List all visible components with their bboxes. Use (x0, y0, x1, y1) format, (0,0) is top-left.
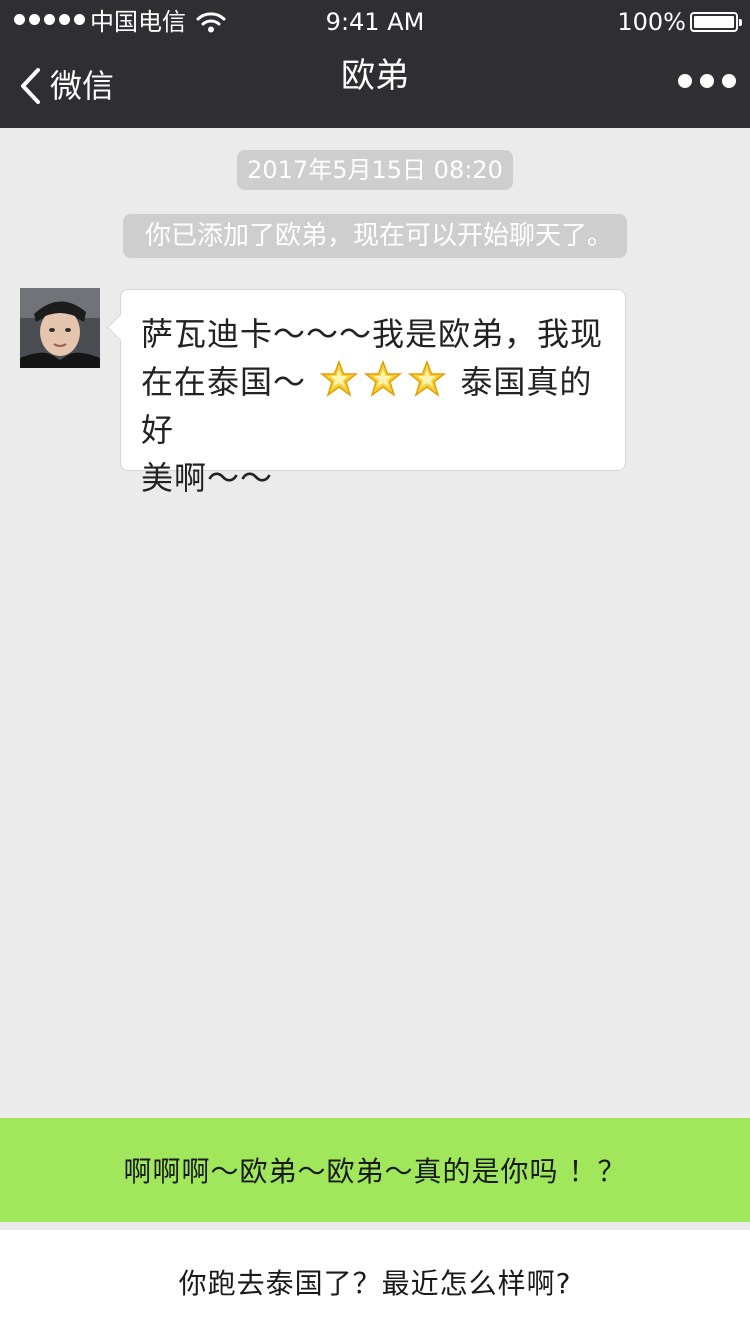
message-line-1: 萨瓦迪卡～～～我是欧弟，我现 (141, 315, 604, 353)
top-bar: 中国电信 9:41 AM 100% 微信 欧弟 (0, 0, 750, 128)
battery-percentage: 100% (617, 8, 686, 36)
battery-icon (690, 12, 742, 32)
system-notice-row: 你已添加了欧弟，现在可以开始聊天了。 (0, 214, 750, 258)
contact-avatar[interactable] (20, 288, 100, 368)
message-line-2-start: 在在泰国～ (141, 363, 307, 401)
more-options-icon[interactable] (678, 74, 736, 88)
status-bar: 中国电信 9:41 AM 100% (0, 0, 750, 44)
chat-title: 欧弟 (341, 56, 409, 96)
message-line-3: 美啊～～ (141, 459, 274, 497)
message-timestamp: 2017年5月15日 08:20 (237, 150, 513, 190)
navigation-bar: 微信 欧弟 (0, 44, 750, 128)
incoming-message-bubble: 萨瓦迪卡～～～我是欧弟，我现 在在泰国～ 泰国真的好 美啊～～ (120, 289, 626, 497)
glowing-star-icon (320, 359, 359, 397)
message-line-2: 在在泰国～ 泰国真的好 (141, 358, 607, 454)
timestamp-row: 2017年5月15日 08:20 (0, 150, 750, 190)
system-notice: 你已添加了欧弟，现在可以开始聊天了。 (122, 214, 627, 258)
chat-screen: 中国电信 9:41 AM 100% 微信 欧弟 2017年5月15日 08:20… (0, 0, 750, 1334)
reply-option-2[interactable]: 你跑去泰国了？最近怎么样啊? (0, 1230, 750, 1334)
glowing-star-icon (408, 359, 447, 397)
glowing-star-icon (364, 359, 403, 397)
reply-option-1[interactable]: 啊啊啊～欧弟～欧弟～真的是你吗 ！？ (0, 1118, 750, 1222)
